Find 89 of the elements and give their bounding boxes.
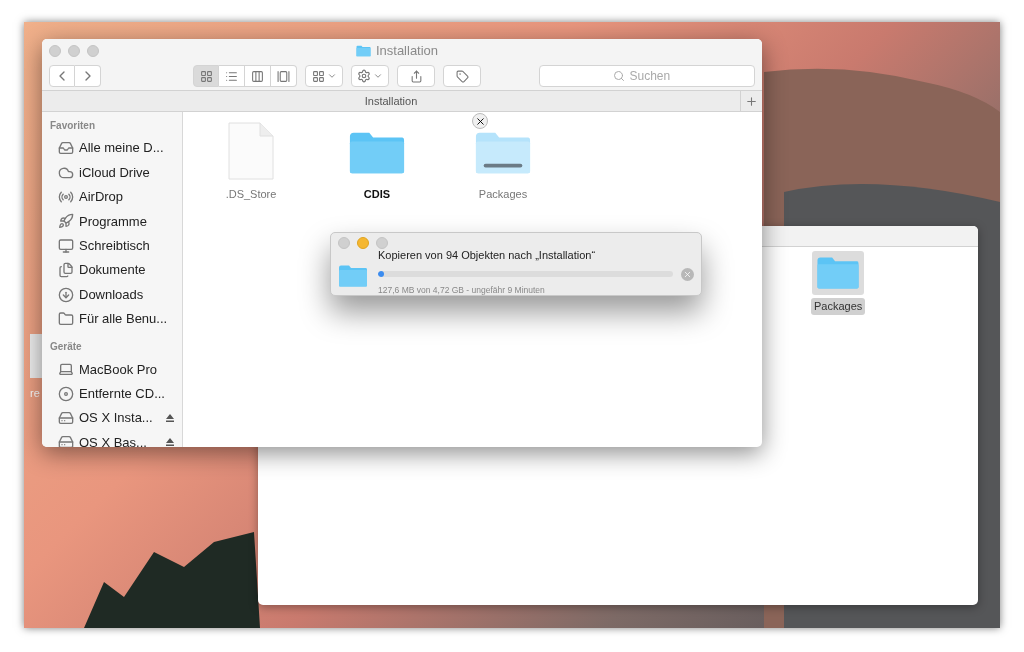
sidebar-label: Für alle Benu... [79, 310, 168, 329]
view-mode-button[interactable] [245, 65, 271, 87]
minimize-light[interactable] [68, 45, 80, 57]
sidebar-label: OS X Bas... [79, 433, 147, 447]
sidebar-item[interactable]: Downloads [50, 282, 182, 307]
document-icon [228, 122, 274, 180]
file-name: CDIS [363, 187, 391, 202]
sidebar-item[interactable]: OS X Insta... [50, 405, 182, 431]
cancel-copy-button[interactable] [472, 113, 488, 129]
copy-message: Kopieren von 94 Objekten nach „Installation“ [378, 248, 597, 263]
zoom-light[interactable] [87, 45, 99, 57]
folder-icon [338, 263, 368, 288]
tag-icon [455, 69, 469, 83]
back-button[interactable] [49, 65, 75, 87]
window-title: Installation [375, 42, 439, 61]
close-light[interactable] [338, 237, 350, 249]
sidebar-item[interactable]: OS X Bas... [50, 430, 182, 447]
copying-folder-icon [474, 130, 532, 176]
plus-icon [745, 94, 758, 108]
grid-view-icon [199, 69, 213, 83]
sidebar-item[interactable]: AirDrop [50, 184, 182, 210]
sidebar-heading: Favoriten [50, 119, 96, 133]
sidebar-item[interactable]: Alle meine D... [50, 136, 182, 161]
tray-icon [58, 140, 74, 157]
arrange-button[interactable] [305, 65, 343, 87]
file-name: .DS_Store [225, 187, 277, 202]
copy-progress-detail: 127,6 MB von 4,72 GB - ungefähr 9 Minuten [378, 283, 546, 297]
share-button[interactable] [397, 65, 435, 87]
tag-button[interactable] [443, 65, 481, 87]
sidebar-label: AirDrop [79, 188, 124, 207]
sidebar-item[interactable]: Dokumente [50, 257, 182, 283]
view-mode-button[interactable] [271, 65, 297, 87]
sidebar-item[interactable]: Für alle Benu... [50, 306, 182, 332]
disc-icon [58, 385, 74, 402]
settings-icon [357, 69, 371, 83]
file-name: Packages [811, 298, 866, 315]
view-mode-button[interactable] [219, 65, 245, 87]
sidebar-label: Programme [79, 212, 147, 231]
gallery-view-icon [277, 69, 290, 83]
folder-icon [816, 255, 861, 291]
sidebar-item[interactable]: iCloud Drive [50, 160, 182, 185]
close-icon [683, 269, 692, 279]
forward-button[interactable] [75, 65, 101, 87]
sidebar-heading: Geräte [50, 340, 83, 355]
sidebar-label: Schreibtisch [79, 237, 150, 255]
view-mode-button[interactable] [193, 65, 219, 87]
folder-icon [58, 310, 74, 327]
sidebar-item[interactable]: MacBook Pro [50, 357, 182, 382]
file-item[interactable]: Packages [467, 112, 539, 203]
laptop-icon [58, 361, 74, 378]
zoom-light[interactable] [376, 237, 388, 249]
sidebar-label: Entfernte CD... [79, 384, 165, 403]
monitor-icon [58, 237, 74, 254]
sidebar-label: Alle meine D... [79, 139, 164, 158]
cancel-button[interactable] [681, 267, 694, 281]
columns-view-icon [251, 69, 264, 83]
sidebar-label: Downloads [79, 285, 144, 304]
drive-icon [58, 410, 74, 427]
download-icon [58, 286, 74, 303]
sidebar-label: Dokumente [79, 261, 146, 280]
rocket-icon [58, 213, 74, 230]
eject-icon[interactable] [166, 438, 174, 447]
close-icon [474, 115, 486, 127]
grid-icon [311, 69, 325, 83]
sidebar-label: iCloud Drive [79, 163, 150, 182]
drive-icon [58, 434, 74, 447]
file-item[interactable]: CDIS [341, 112, 413, 203]
sidebar-item[interactable]: Programme [50, 209, 182, 234]
caret-icon [326, 71, 337, 81]
list-view-icon [225, 69, 238, 83]
eject-icon[interactable] [166, 414, 174, 423]
minimize-light[interactable] [357, 237, 369, 249]
sidebar-label: OS X Insta... [79, 409, 153, 428]
search-input[interactable]: Suchen [629, 67, 682, 85]
documents-icon [58, 262, 74, 279]
file-icon[interactable] [30, 334, 42, 378]
caret-icon [373, 71, 383, 81]
folder-icon [348, 130, 406, 176]
search-icon [612, 70, 625, 82]
file-name: Packages [478, 187, 528, 202]
folder-icon [355, 45, 371, 57]
file-item[interactable]: .DS_Store [215, 112, 287, 203]
sidebar-item[interactable]: Schreibtisch [50, 233, 182, 258]
close-light[interactable] [49, 45, 61, 57]
sidebar-label: MacBook Pro [79, 360, 158, 379]
sidebar-item[interactable]: Entfernte CD... [50, 381, 182, 406]
search-field[interactable]: Suchen [539, 65, 755, 87]
share-icon [409, 69, 423, 83]
action-button[interactable] [351, 65, 389, 87]
